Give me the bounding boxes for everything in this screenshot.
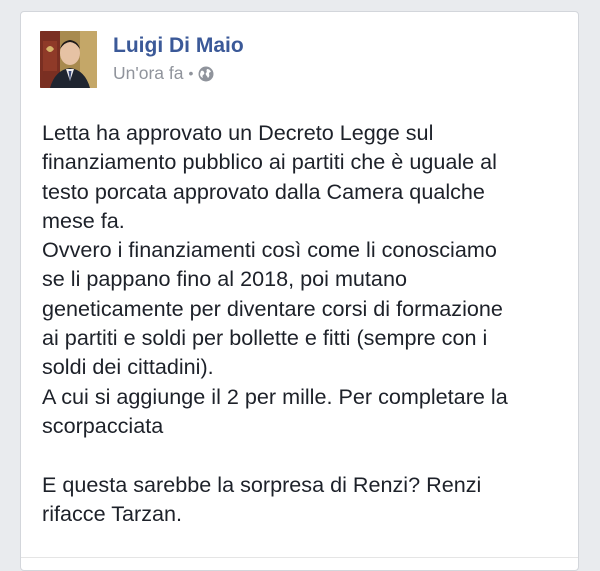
- post-text-line: E questa sarebbe la sorpresa di Renzi? R…: [42, 471, 482, 497]
- post-text-line: geneticamente per diventare corsi di for…: [42, 295, 503, 321]
- post-text-line: scorpacciata: [42, 412, 164, 438]
- card-divider: [21, 557, 578, 558]
- avatar-image: [40, 31, 97, 88]
- post-text-line: Ovvero i finanziamenti così come li cono…: [42, 237, 497, 263]
- post-text-line: ai partiti e soldi per bollette e fitti …: [42, 325, 488, 351]
- globe-icon[interactable]: [198, 65, 214, 82]
- post-text-line: rifacce Tarzan.: [42, 500, 183, 526]
- avatar[interactable]: [40, 31, 97, 88]
- post-card: Luigi Di Maio Un'ora fa • Letta ha appro…: [20, 11, 579, 571]
- post-text-line: finanziamento pubblico ai partiti che è …: [42, 149, 497, 175]
- post-text-line: soldi dei cittadini).: [42, 354, 214, 380]
- post-text-line: mese fa.: [42, 207, 125, 233]
- post-header: Luigi Di Maio Un'ora fa •: [40, 31, 244, 91]
- timestamp-link[interactable]: Un'ora fa: [113, 62, 183, 84]
- post-text-line: testo porcata approvato dalla Camera qua…: [42, 178, 485, 204]
- separator-dot: •: [188, 65, 194, 81]
- post-text-line: [42, 440, 572, 469]
- post-text-line: A cui si aggiunge il 2 per mille. Per co…: [42, 383, 508, 409]
- post-text-line: se li pappano fino al 2018, poi mutano: [42, 266, 407, 292]
- post-subline: Un'ora fa •: [113, 62, 244, 84]
- post-meta: Luigi Di Maio Un'ora fa •: [113, 33, 244, 84]
- post-text-line: Letta ha approvato un Decreto Legge sul: [42, 120, 434, 145]
- post-text: Letta ha approvato un Decreto Legge sul …: [42, 118, 572, 528]
- author-name-link[interactable]: Luigi Di Maio: [113, 33, 244, 59]
